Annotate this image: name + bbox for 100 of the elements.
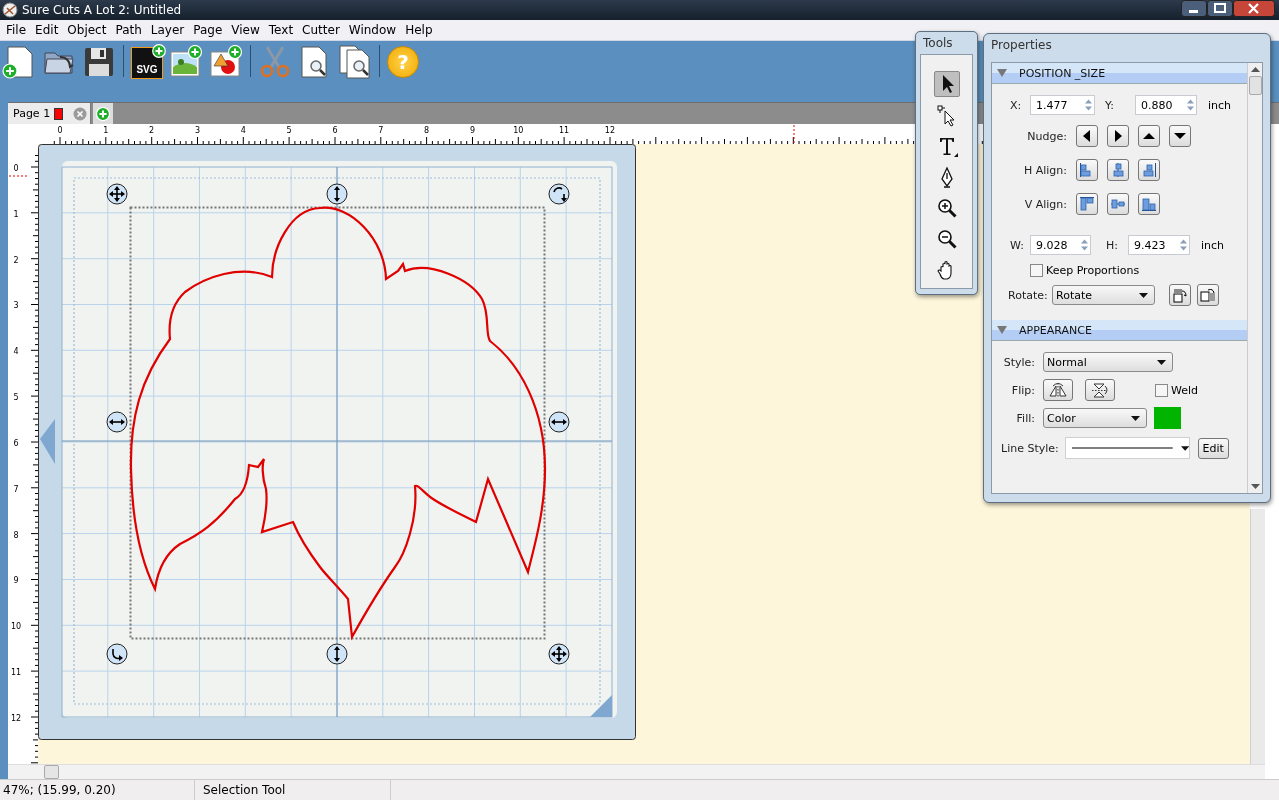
menu-item[interactable]: Help	[401, 22, 438, 37]
field-label: Flip:	[1010, 383, 1035, 397]
menu-item[interactable]: Window	[344, 22, 402, 37]
new-page-icon[interactable]	[2, 44, 36, 79]
scroll-thumb[interactable]	[44, 765, 59, 780]
style-dropdown[interactable]: Normal	[1043, 352, 1173, 372]
flip-vertical-button[interactable]	[1085, 379, 1115, 401]
align-right-icon	[1141, 162, 1157, 178]
arrow-pointer-icon[interactable]	[933, 71, 960, 97]
spinner-icon[interactable]	[1178, 237, 1189, 253]
ruler-label: 10	[10, 622, 22, 632]
status-text: 47%; (15.99, 0.20)	[0, 780, 195, 800]
nudge-up-button[interactable]	[1138, 125, 1160, 147]
section-header[interactable]: APPEARANCE	[992, 320, 1247, 341]
image-add-icon[interactable]	[169, 44, 203, 79]
close-icon[interactable]	[1233, 0, 1275, 18]
minimize-icon[interactable]	[1181, 0, 1207, 18]
status-text: Selection Tool	[195, 780, 391, 800]
shapes-add-icon[interactable]	[209, 44, 243, 79]
selected-shape[interactable]	[129, 206, 547, 640]
caret-icon	[1157, 359, 1166, 365]
align-bottom-button[interactable]	[1138, 193, 1160, 215]
scroll-up-icon[interactable]	[1250, 67, 1260, 72]
nudge-left-button[interactable]	[1076, 125, 1098, 147]
edit-button[interactable]: Edit	[1197, 437, 1229, 459]
field-label: Y:	[1105, 98, 1115, 112]
ruler-label: 9	[469, 126, 475, 136]
nudge-down-button[interactable]	[1169, 125, 1191, 147]
menu-item[interactable]: Path	[111, 22, 147, 37]
spinner-icon[interactable]	[1185, 97, 1196, 113]
align-middle-button[interactable]	[1107, 193, 1129, 215]
number-field[interactable]: 0.880	[1135, 95, 1197, 115]
ruler-label: 7	[378, 126, 384, 136]
menu-item[interactable]: Object	[63, 22, 112, 37]
align-right-button[interactable]	[1138, 159, 1160, 181]
panel-title: Tools	[922, 35, 954, 52]
align-left-button[interactable]	[1076, 159, 1098, 181]
cursor-marker	[8, 175, 30, 177]
ruler-label: 1	[103, 126, 109, 136]
align-top-button[interactable]	[1076, 193, 1098, 215]
line-style-dropdown[interactable]	[1064, 437, 1190, 459]
flip-vertical-icon	[1090, 382, 1110, 398]
horizontal-scrollbar[interactable]	[8, 764, 1265, 780]
add-tab-button[interactable]	[93, 103, 114, 125]
menu-item[interactable]: Text	[264, 22, 299, 37]
fill-dropdown[interactable]: Color	[1043, 408, 1147, 428]
rotate-left-icon	[1172, 287, 1188, 303]
section-header[interactable]: POSITION _SIZE	[992, 63, 1247, 84]
scroll-down-icon[interactable]	[1250, 484, 1260, 489]
page-tab[interactable]: Page 1	[8, 103, 92, 125]
align-top-icon	[1079, 196, 1095, 212]
maximize-icon[interactable]	[1207, 0, 1233, 18]
caret-icon	[1180, 445, 1189, 451]
flip-horizontal-icon	[1048, 382, 1068, 398]
menu-item[interactable]: Layer	[146, 22, 190, 37]
ruler-label: 8	[424, 126, 430, 136]
ruler-label: 4	[13, 347, 19, 357]
ruler-label: 2	[149, 126, 155, 136]
align-center-icon	[1110, 162, 1126, 178]
checkbox[interactable]	[1155, 383, 1168, 397]
ruler-label: 5	[13, 393, 19, 403]
ruler-label: 3	[194, 126, 201, 136]
section-title: POSITION _SIZE	[1019, 66, 1106, 80]
flip-horizontal-button[interactable]	[1043, 379, 1073, 401]
align-center-button[interactable]	[1107, 159, 1129, 181]
rotate-left-button[interactable]	[1169, 284, 1191, 306]
field-label: H:	[1106, 238, 1119, 252]
import-svg-button[interactable]: SVG	[131, 46, 163, 79]
number-field[interactable]: 9.423	[1128, 235, 1190, 255]
caret-icon	[1131, 415, 1140, 421]
nudge-right-button[interactable]	[1107, 125, 1129, 147]
ruler-label: 8	[13, 530, 19, 540]
ruler-label: 10	[513, 126, 524, 136]
menu-item[interactable]: Page	[189, 22, 228, 37]
vertical-scrollbar[interactable]	[1247, 63, 1262, 493]
rotate-right-button[interactable]	[1197, 284, 1219, 306]
spinner-icon[interactable]	[1083, 97, 1094, 113]
corner-icon	[590, 695, 612, 718]
ruler-label: 0	[13, 164, 19, 174]
spinner-icon[interactable]	[1079, 237, 1090, 253]
menu-item[interactable]: File	[2, 22, 32, 37]
ruler-label: 11	[559, 126, 570, 136]
panel-title: Properties	[990, 37, 1053, 54]
pages-magnifier-icon[interactable]	[338, 44, 372, 79]
checkbox[interactable]	[1030, 263, 1043, 277]
scroll-thumb[interactable]	[1248, 76, 1262, 95]
menu-item[interactable]: Edit	[31, 22, 64, 37]
cursor-marker	[793, 124, 795, 145]
vertical-scrollbar[interactable]	[1250, 509, 1265, 765]
number-field[interactable]: 1.477	[1030, 95, 1095, 115]
menu-item[interactable]: View	[227, 22, 265, 37]
checkbox-label: Keep Proportions	[1046, 263, 1140, 277]
fill-color-swatch[interactable]	[1154, 407, 1181, 429]
field-label: Style:	[1002, 355, 1035, 369]
rotate-dropdown[interactable]: Rotate	[1052, 285, 1155, 305]
ruler-label: 6	[13, 439, 19, 449]
menu-item[interactable]: Cutter	[298, 22, 345, 37]
unit-label: inch	[1208, 98, 1232, 112]
ruler-label: 0	[57, 126, 63, 136]
number-field[interactable]: 9.028	[1030, 235, 1091, 255]
